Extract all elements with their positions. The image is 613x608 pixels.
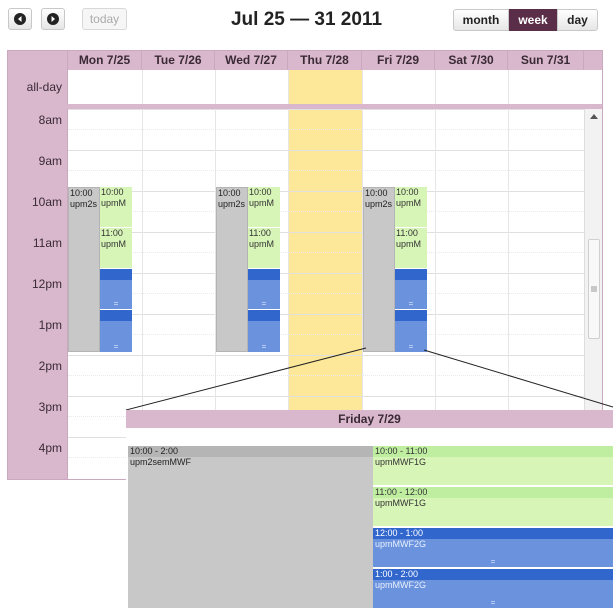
event-title: upmMWF1G — [375, 457, 427, 467]
event-time: 11:00 - 12:00 — [373, 487, 613, 498]
resize-handle[interactable]: = — [373, 558, 613, 566]
zoom-event-upmmwf2g-1[interactable]: 1:00 - 2:00 upmMWF2G = — [373, 569, 613, 608]
event-time: 10:00 - 2:00 — [128, 446, 373, 457]
event-time: 1:00 - 2:00 — [373, 569, 613, 580]
zoom-event-upm2sem[interactable]: 10:00 - 2:00 upm2semMWF — [128, 446, 373, 608]
event-time: 10:00 - 11:00 — [373, 446, 613, 457]
event-title: upmMWF2G — [375, 580, 427, 590]
resize-handle[interactable]: = — [373, 599, 613, 607]
event-title: upm2semMWF — [130, 457, 192, 467]
zoom-event-upmmwf2g-12[interactable]: 12:00 - 1:00 upmMWF2G = — [373, 528, 613, 567]
zoom-event-upmmwf1g-11[interactable]: 11:00 - 12:00 upmMWF1G — [373, 487, 613, 526]
event-title: upmMWF2G — [375, 539, 427, 549]
zoom-detail-panel: Friday 7/29 10:00 - 2:00 upm2semMWF 10:0… — [126, 410, 613, 608]
zoom-event-upmmwf1g-10[interactable]: 10:00 - 11:00 upmMWF1G — [373, 446, 613, 485]
zoom-day-header: Friday 7/29 — [126, 410, 613, 428]
event-title: upmMWF1G — [375, 498, 427, 508]
event-time: 12:00 - 1:00 — [373, 528, 613, 539]
